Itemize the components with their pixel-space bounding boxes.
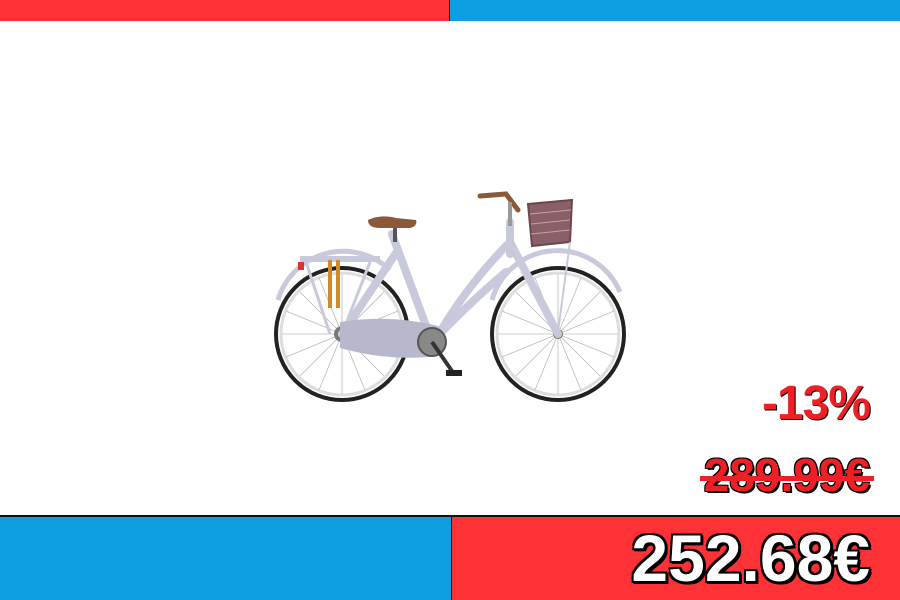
top-bar-divider [449,0,450,21]
old-price: 289.99€ [699,448,874,502]
top-bar-blue-segment [450,0,900,21]
old-price-value: 289.99€ [703,449,870,501]
bottom-bar-blue-segment [0,515,451,600]
top-color-bar [0,0,900,21]
strikethrough-line [699,476,874,481]
top-bar-red-segment [0,0,449,21]
new-price: 252.68€ [631,521,870,595]
discount-badge: -13% [761,377,871,430]
ladies-city-bicycle-with-basket-icon [270,182,630,412]
